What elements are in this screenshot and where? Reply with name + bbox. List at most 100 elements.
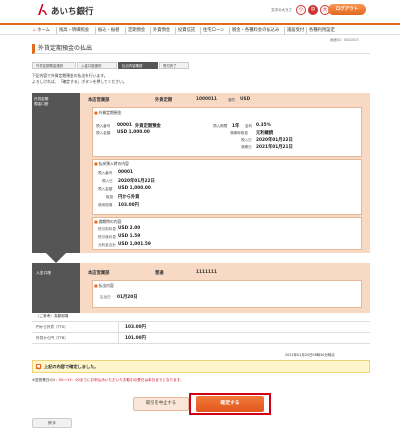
payout-box-title: 払戻預入時の内容 [94,161,129,167]
pretax-interest-label: 税引前利息 [98,227,116,231]
posttax-interest-label: 税引後利息 [98,235,116,239]
back-button[interactable]: 戻る [32,418,72,428]
nav-balance[interactable]: 残高・明細照会 [59,27,89,33]
rate-column-divider [118,322,119,344]
deposit-box-title: 外貨定期預金 [94,110,122,116]
maturity-method-label: 満期時取扱 [230,131,248,135]
nav-divider [56,27,57,34]
nav-divider [150,27,151,34]
step-select-deposit: 外貨定期預金選択 [32,62,76,69]
payout-start-label: 預入日 [102,179,113,183]
payout-amount: USD 1,000.00 [118,186,151,191]
card1-account-number: 1000011 [196,97,217,102]
nav-divider [200,27,201,34]
nav-home[interactable]: ⌂ ホーム [33,27,50,33]
rate-tts-value: 103.00円 [125,325,146,330]
confirm-checkbox-label[interactable]: 上記の内容で確定しました。 [44,364,98,370]
card1-account-type: 外貨定期 [155,98,173,103]
payout-info-title: 払出内容 [94,283,114,289]
nav-divider [229,27,230,34]
payout-no: 00001 [118,170,133,175]
nav-transfer[interactable]: 振込・振替 [98,27,119,33]
card1-currency: USD [240,97,251,102]
nav-housing-loan[interactable]: 住宅ローン [203,27,224,33]
card2-account-type: 普通 [155,271,164,276]
rate-row-tts [32,322,370,333]
deposit-amount-label: 預入金額 [96,131,111,135]
nav-divider [95,27,96,34]
flow-arrow-icon [46,253,66,263]
home-icon: ⌂ [33,28,36,33]
deposit-term-label: 預入期間 [213,124,228,128]
rate-ttb-value: 101.00円 [125,336,146,341]
deposit-rate-label: 金利 [245,124,253,128]
card1-branch: 本店営業部 [88,98,110,103]
payout-date: 01月20日 [117,295,138,300]
bank-logo-icon [38,4,47,15]
nav-tax-payment[interactable]: 税金・各種料金の払込み [232,27,279,33]
font-size-label: 文字の大きさ [271,8,292,12]
nav-notifications[interactable]: 諸届受付 [287,27,304,33]
rate-ttb-label: 外貨から円（TTB） [36,336,68,340]
deposit-start-label: 預入日 [241,138,252,142]
step-confirm-content: 払出内容確認 [118,62,158,69]
nav-settings[interactable]: 各種利用設定 [309,27,335,33]
side-label-line-2: 預金口座 [34,102,49,106]
card2-account-number: 1111111 [196,270,217,275]
payout-start: 2020年01月22日 [118,179,155,184]
step-complete: 受付完了 [159,62,189,69]
font-size-small-button[interactable]: 小 [296,5,306,15]
card2-branch: 本店営業部 [88,271,110,276]
payout-date-label: 払出日 [100,295,111,299]
nav-foreign-deposit[interactable]: 外貨預金 [153,27,170,33]
total-amount: USD 1,001.59 [118,242,151,247]
deposit-rate: 0.35% [256,123,271,128]
nav-divider [175,27,176,34]
interest-box-title: 満期時の内容 [94,219,122,225]
nav-divider [125,27,126,34]
payout-rate: 103.00円 [118,203,139,208]
deposit-maturity: 2021年01月21日 [256,145,293,150]
payout-amount-label: 預入金額 [98,187,113,191]
screen-id: 画面ID：BGD003 [330,38,359,42]
header: あいち銀行 文字の大きさ 小 中 大 ログアウト [0,0,400,22]
logout-button[interactable]: ログアウト [328,4,366,15]
nav-divider [284,27,285,34]
deposit-no: 00001 [117,123,132,128]
pretax-interest: USD 2.00 [118,226,141,231]
rate-row-ttb [32,333,370,344]
nav-home-label: ホーム [37,28,50,33]
confirm-checkbox[interactable] [36,364,41,369]
total-label: 元利金合計 [98,243,116,247]
deposit-no-label: 預入番号 [96,124,111,128]
nav-time-deposit[interactable]: 定期預金 [128,27,145,33]
nav-investment[interactable]: 投資信託 [178,27,195,33]
deposit-account-side-label: 外貨定期 預金口座 [34,97,78,107]
note-highlight: 0：00～15：00までにお申込みいただいたお取引の受付は本日までとなります。 [52,378,184,382]
deposit-account-side [32,93,80,253]
payout-rate-label: 適用相場 [98,203,113,207]
cutoff-note: ※翌営業日の0：00～15：00までにお申込みいただいたお取引の受付は本日までと… [32,378,184,383]
rate-timestamp: 2021年01月20日08時30分時点 [285,353,335,357]
cancel-transaction-button[interactable]: 取引を中止する [133,397,189,411]
page-title: 外貨定期預金の払出 [32,44,370,54]
bank-name[interactable]: あいち銀行 [51,5,94,17]
payout-method-label: 取扱 [106,195,114,199]
instruction-line-2: よろしければ、「確定する」ボタンを押してください。 [32,79,127,84]
confirm-button[interactable]: 確定する [196,396,264,412]
step-select-account: 入金口座選択 [77,62,117,69]
rate-tts-label: 円から外貨（TTS） [36,325,68,329]
maturity-method: 元利継続 [256,131,274,136]
receiving-account-side-label: 入金口座 [36,270,52,275]
deposit-maturity-label: 満期日 [241,145,252,149]
posttax-interest: USD 1.59 [118,234,141,239]
card1-currency-label: 通貨 [228,98,236,102]
deposit-term: 1年 [232,124,240,129]
font-size-medium-button[interactable]: 中 [308,5,318,15]
deposit-start: 2020年01月22日 [256,138,293,143]
payout-method: 円から外貨 [118,195,140,200]
deposit-type: 外貨定期預金 [135,124,161,129]
deposit-amount: USD 1,000.00 [117,130,150,135]
payout-no-label: 預入番号 [98,171,113,175]
rate-title: （ご参考）為替相場 [36,314,69,318]
